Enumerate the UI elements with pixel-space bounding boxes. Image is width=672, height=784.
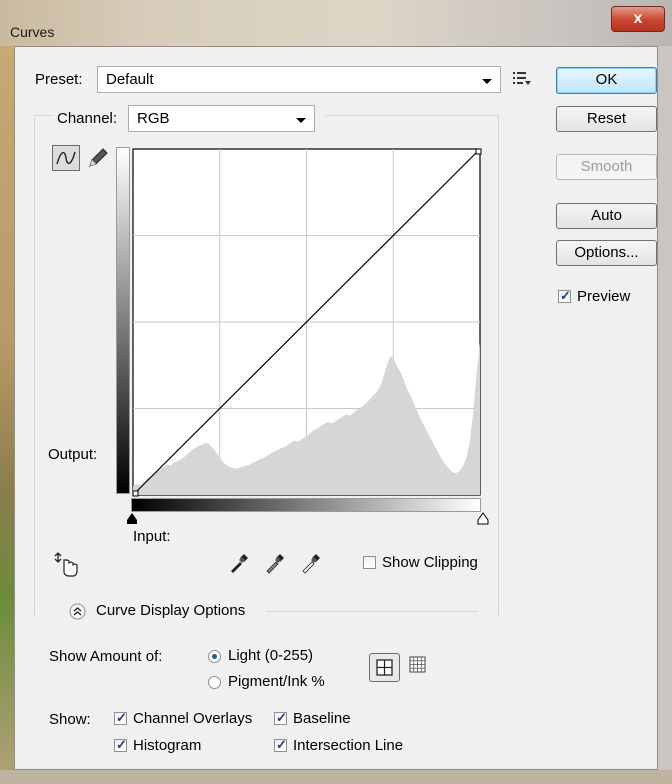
- curve-point-tool[interactable]: [52, 145, 80, 171]
- input-gradient-bar: [131, 498, 481, 512]
- black-eyedropper-icon[interactable]: [228, 552, 250, 574]
- baseline-checkbox[interactable]: [274, 710, 287, 726]
- preset-value: Default: [106, 71, 154, 88]
- window-frame-right: [658, 46, 672, 784]
- title-bar: Curves x: [0, 0, 672, 46]
- white-point-slider[interactable]: [476, 512, 490, 526]
- curve-point-white[interactable]: [475, 148, 482, 155]
- reset-button[interactable]: Reset: [556, 106, 657, 132]
- output-gradient-bar: [116, 147, 130, 494]
- smooth-button[interactable]: Smooth: [556, 154, 657, 180]
- histogram-label: Histogram: [133, 737, 202, 754]
- window-frame-left: [0, 46, 14, 784]
- channel-label: Channel:: [57, 110, 118, 127]
- curve-icon: [56, 151, 76, 165]
- channel-overlays-checkbox[interactable]: [114, 710, 127, 726]
- show-label: Show:: [49, 711, 91, 728]
- group-border-right: [498, 115, 499, 615]
- group-border-top-right: [325, 115, 499, 116]
- show-clipping-checkbox[interactable]: [363, 556, 376, 569]
- options-divider: [266, 611, 478, 612]
- chevron-down-icon: [296, 118, 306, 123]
- chevron-down-icon: [482, 79, 492, 84]
- preview-label: Preview: [577, 288, 631, 305]
- on-image-adjust-icon[interactable]: [52, 550, 80, 578]
- white-eyedropper-icon[interactable]: [300, 552, 322, 574]
- collapse-icon[interactable]: [69, 603, 86, 620]
- gray-eyedropper-icon[interactable]: [264, 552, 286, 574]
- pencil-tool[interactable]: [86, 146, 110, 170]
- preset-dropdown[interactable]: Default: [97, 66, 501, 93]
- window-frame-bottom: [0, 770, 672, 784]
- channel-overlays-label: Channel Overlays: [133, 710, 253, 727]
- close-button[interactable]: x: [611, 6, 665, 32]
- output-label: Output:: [48, 446, 98, 463]
- intersection-line-label: Intersection Line: [293, 737, 404, 754]
- show-clipping-label: Show Clipping: [382, 554, 478, 571]
- black-point-slider[interactable]: [125, 512, 139, 526]
- histogram-checkbox[interactable]: [114, 737, 127, 753]
- curve-display-options-label: Curve Display Options: [96, 602, 246, 619]
- preset-options-icon[interactable]: [512, 70, 532, 86]
- simple-grid-button[interactable]: [369, 653, 400, 682]
- detailed-grid-button[interactable]: [406, 653, 430, 677]
- show-amount-label: Show Amount of:: [49, 648, 163, 665]
- window-title: Curves: [10, 24, 55, 40]
- baseline-label: Baseline: [293, 710, 351, 727]
- group-border-left: [34, 115, 35, 615]
- channel-dropdown[interactable]: RGB: [128, 105, 315, 132]
- preview-checkbox[interactable]: [558, 288, 571, 304]
- grid-4x4-icon: [376, 659, 393, 676]
- options-button[interactable]: Options...: [556, 240, 657, 266]
- channel-value: RGB: [137, 110, 170, 127]
- curve-point-black[interactable]: [132, 490, 139, 497]
- light-label: Light (0-255): [228, 647, 314, 664]
- input-label: Input:: [133, 528, 171, 545]
- light-radio[interactable]: [208, 650, 221, 663]
- pigment-radio[interactable]: [208, 676, 221, 689]
- curve-graph[interactable]: [131, 147, 483, 497]
- preset-label: Preset:: [35, 71, 83, 88]
- group-border-top-left: [34, 115, 52, 116]
- auto-button[interactable]: Auto: [556, 203, 657, 229]
- ok-button[interactable]: OK: [556, 67, 657, 94]
- pigment-label: Pigment/Ink %: [228, 673, 325, 690]
- intersection-line-checkbox[interactable]: [274, 737, 287, 753]
